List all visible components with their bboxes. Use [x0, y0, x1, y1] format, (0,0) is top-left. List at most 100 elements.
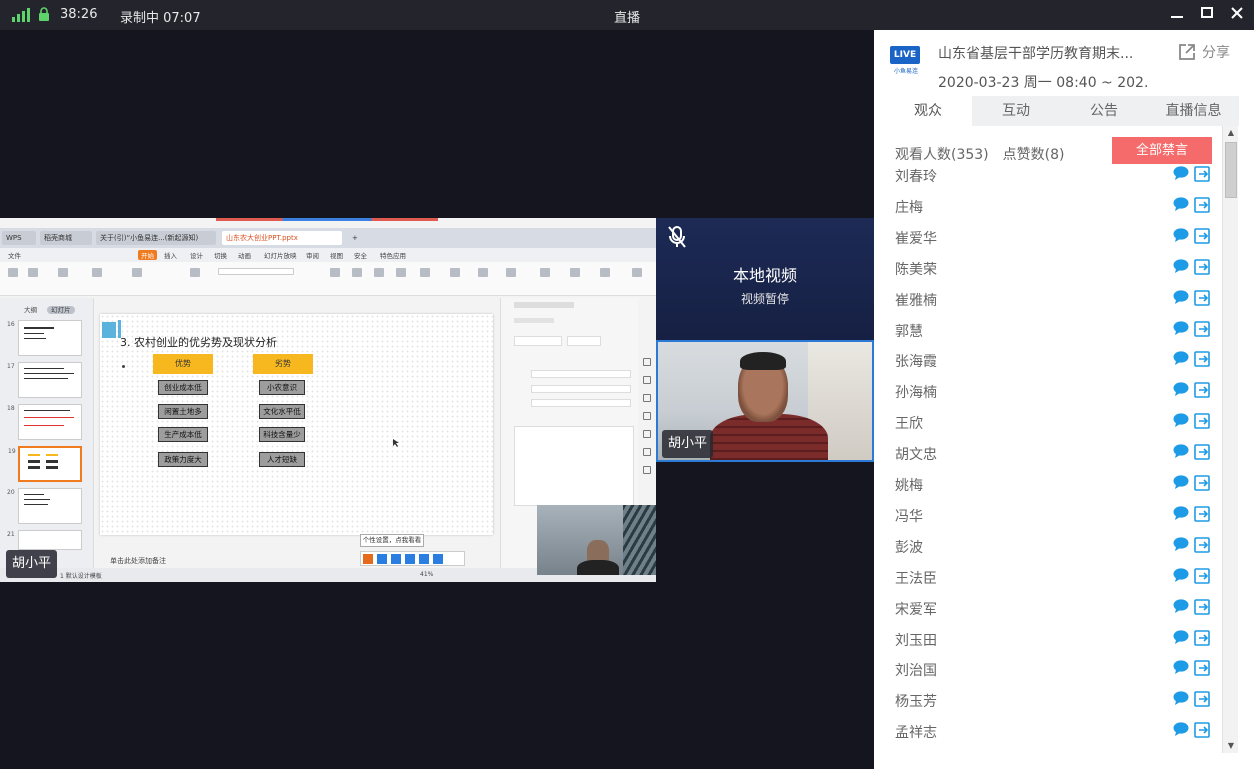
- chat-icon[interactable]: [1173, 289, 1189, 304]
- local-video-tile[interactable]: 本地视频 视频暂停: [656, 218, 874, 340]
- tab-wps[interactable]: WPS: [2, 231, 36, 245]
- slide-thumbnail[interactable]: 16: [7, 320, 82, 356]
- remove-viewer-icon[interactable]: [1194, 320, 1210, 337]
- right-toolbar: [638, 348, 656, 508]
- chat-icon[interactable]: [1173, 722, 1189, 737]
- panel-tab-bar: 观众 互动 公告 直播信息: [884, 96, 1239, 126]
- viewer-row: 宋爱军: [884, 593, 1222, 624]
- remove-viewer-icon[interactable]: [1194, 382, 1210, 399]
- tab-pptx[interactable]: 山东农大创业PPT.pptx: [222, 231, 342, 245]
- tab-outline[interactable]: 大纲: [24, 306, 37, 314]
- chat-icon[interactable]: [1173, 506, 1189, 520]
- chat-icon[interactable]: [1173, 197, 1189, 211]
- slide-thumbnail[interactable]: 17: [7, 362, 82, 398]
- new-tab-button[interactable]: +: [348, 231, 360, 245]
- remove-viewer-icon[interactable]: [1194, 197, 1210, 213]
- minimize-button[interactable]: [1167, 5, 1187, 25]
- remove-viewer-icon[interactable]: [1194, 598, 1210, 615]
- viewer-row: 王欣: [884, 407, 1222, 438]
- tab-document[interactable]: 关于(引)“小鱼易连...(新起源知): [96, 231, 216, 245]
- slide-thumbnail[interactable]: 21: [7, 530, 82, 550]
- participant-video-tile[interactable]: 胡小平: [656, 340, 874, 462]
- remove-viewer-icon[interactable]: [1194, 506, 1210, 522]
- tab-live-info[interactable]: 直播信息: [1148, 96, 1239, 126]
- menu-file[interactable]: 文件: [8, 250, 21, 260]
- slide-canvas[interactable]: 3. 农村创业的优劣势及现状分析 优势 劣势 创业成本低 闲置土地多 生产成本低…: [100, 314, 493, 535]
- chat-icon[interactable]: [1173, 691, 1189, 706]
- ime-toolbar[interactable]: [360, 551, 465, 566]
- advantage-item: 政策力度大: [158, 452, 208, 467]
- notes-placeholder[interactable]: 单击此处添加备注: [110, 556, 166, 566]
- viewer-name: 彭波: [895, 539, 923, 556]
- viewer-name: 陈美荣: [895, 261, 937, 278]
- menu-slideshow[interactable]: 幻灯片放映: [264, 250, 297, 260]
- viewer-name: 王欣: [895, 416, 923, 433]
- scroll-up-icon[interactable]: ▲: [1223, 126, 1239, 140]
- menu-review[interactable]: 审阅: [306, 250, 319, 260]
- mute-all-button[interactable]: 全部禁言: [1112, 137, 1212, 164]
- remove-viewer-icon[interactable]: [1194, 444, 1210, 460]
- chat-icon[interactable]: [1173, 259, 1189, 273]
- remove-viewer-icon[interactable]: [1194, 413, 1210, 429]
- chat-icon[interactable]: [1173, 413, 1189, 428]
- chat-icon[interactable]: [1173, 568, 1189, 582]
- slide-title: 3. 农村创业的优劣势及现状分析: [120, 336, 277, 349]
- advantage-item: 创业成本低: [158, 380, 208, 395]
- remove-viewer-icon[interactable]: [1194, 691, 1210, 708]
- live-brand: 小鱼易连: [893, 68, 918, 75]
- chat-icon[interactable]: [1173, 475, 1189, 489]
- menu-animation[interactable]: 动画: [238, 250, 251, 260]
- menu-home[interactable]: 开始: [138, 250, 157, 260]
- menu-design[interactable]: 设计: [190, 250, 203, 260]
- remove-viewer-icon[interactable]: [1194, 629, 1210, 646]
- slide-thumbnail[interactable]: 18: [7, 404, 82, 440]
- remove-viewer-icon[interactable]: [1194, 227, 1210, 244]
- viewer-row: 冯华: [884, 500, 1222, 531]
- chat-icon[interactable]: [1173, 351, 1189, 366]
- viewer-list-scrollbar[interactable]: ▲ ▼: [1222, 126, 1238, 753]
- slide-thumbnail-selected[interactable]: 19: [8, 446, 82, 482]
- chat-icon[interactable]: [1173, 444, 1189, 459]
- tab-slides[interactable]: 幻灯片: [47, 306, 75, 314]
- share-button[interactable]: 分享: [1178, 42, 1230, 62]
- maximize-button[interactable]: [1197, 5, 1217, 25]
- chat-icon[interactable]: [1173, 660, 1189, 675]
- menu-transition[interactable]: 切换: [214, 250, 227, 260]
- tab-interaction[interactable]: 互动: [972, 96, 1060, 126]
- remove-viewer-icon[interactable]: [1194, 289, 1210, 306]
- remove-viewer-icon[interactable]: [1194, 351, 1210, 368]
- scroll-thumb[interactable]: [1225, 142, 1237, 198]
- remove-viewer-icon[interactable]: [1194, 722, 1210, 738]
- screen-share-view[interactable]: WPS 稻壳商城 关于(引)“小鱼易连...(新起源知) 山东农大创业PPT.p…: [0, 218, 656, 582]
- chat-icon[interactable]: [1173, 166, 1189, 180]
- share-label: 分享: [1202, 45, 1230, 61]
- viewer-row: 庄梅: [884, 191, 1222, 222]
- tab-audience[interactable]: 观众: [884, 96, 972, 126]
- viewer-name: 崔雅楠: [895, 292, 937, 309]
- remove-viewer-icon[interactable]: [1194, 166, 1210, 182]
- chat-icon[interactable]: [1173, 228, 1189, 242]
- menu-view[interactable]: 视图: [330, 250, 343, 260]
- menu-features[interactable]: 特色应用: [380, 250, 406, 260]
- chat-icon[interactable]: [1173, 537, 1189, 551]
- slide-thumbnail[interactable]: 20: [7, 488, 82, 524]
- chat-icon[interactable]: [1173, 629, 1189, 644]
- tab-store[interactable]: 稻壳商城: [40, 231, 92, 245]
- chat-icon[interactable]: [1173, 320, 1189, 335]
- tab-announcement[interactable]: 公告: [1060, 96, 1148, 126]
- live-date: 2020-03-23 周一 08:40 ~ 202...: [938, 75, 1148, 91]
- viewer-name: 孙海楠: [895, 385, 937, 402]
- remove-viewer-icon[interactable]: [1194, 660, 1210, 677]
- menu-security[interactable]: 安全: [354, 250, 367, 260]
- chat-icon[interactable]: [1173, 382, 1189, 397]
- remove-viewer-icon[interactable]: [1194, 475, 1210, 491]
- viewer-row: 崔爱华: [884, 222, 1222, 253]
- remove-viewer-icon[interactable]: [1194, 567, 1210, 584]
- remove-viewer-icon[interactable]: [1194, 536, 1210, 553]
- scroll-down-icon[interactable]: ▼: [1223, 739, 1239, 753]
- menu-insert[interactable]: 插入: [164, 250, 177, 260]
- close-button[interactable]: [1227, 5, 1247, 25]
- close-icon: [1231, 7, 1243, 19]
- remove-viewer-icon[interactable]: [1194, 258, 1210, 275]
- chat-icon[interactable]: [1173, 598, 1189, 613]
